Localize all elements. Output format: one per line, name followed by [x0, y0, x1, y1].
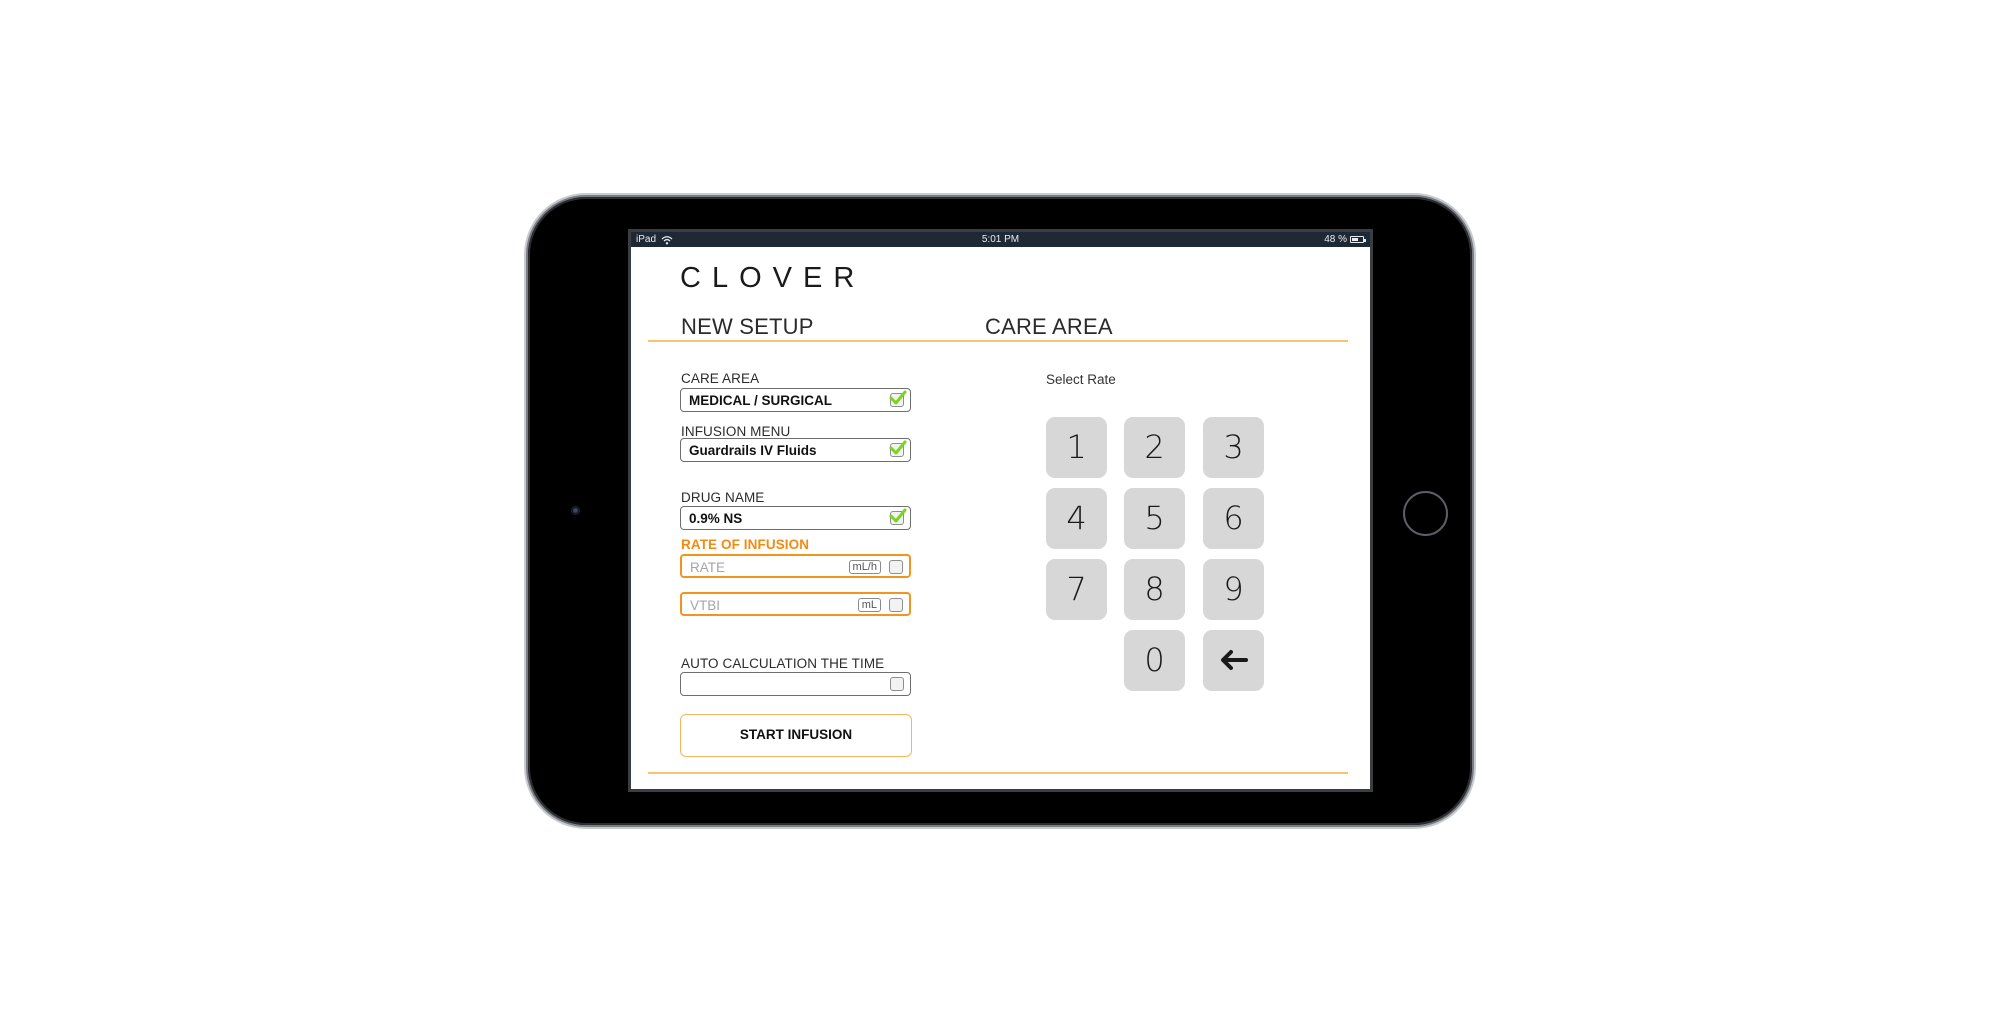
vtbi-checkbox[interactable] — [889, 598, 903, 612]
infusion-menu-label: INFUSION MENU — [681, 424, 791, 439]
select-rate-label: Select Rate — [1046, 372, 1116, 387]
header-divider — [648, 340, 1348, 342]
vtbi-field[interactable]: VTBI mL — [680, 592, 911, 616]
care-area-field[interactable]: MEDICAL / SURGICAL — [680, 388, 911, 412]
footer-divider — [648, 772, 1348, 774]
auto-calc-checkbox[interactable] — [890, 677, 904, 691]
rate-of-infusion-label: RATE OF INFUSION — [681, 537, 810, 552]
start-infusion-button[interactable]: START INFUSION — [680, 714, 912, 757]
keypad-key-3[interactable]: 3 — [1203, 417, 1264, 478]
keypad-key-4[interactable]: 4 — [1046, 488, 1107, 549]
drug-name-label: DRUG NAME — [681, 490, 765, 505]
screen: iPad 5:01 PM 48 % CLOVER NEW SETUP CARE … — [628, 229, 1373, 792]
vtbi-placeholder: VTBI — [690, 598, 721, 613]
care-area-title: CARE AREA — [985, 314, 1113, 339]
keypad-key-8[interactable]: 8 — [1124, 559, 1185, 620]
check-icon — [889, 390, 907, 405]
rate-placeholder: RATE — [690, 560, 726, 575]
status-bar: iPad 5:01 PM 48 % — [631, 232, 1370, 247]
keypad-key-7[interactable]: 7 — [1046, 559, 1107, 620]
keypad-key-6[interactable]: 6 — [1203, 488, 1264, 549]
keypad-key-9[interactable]: 9 — [1203, 559, 1264, 620]
auto-calc-label: AUTO CALCULATION THE TIME — [681, 656, 885, 671]
drug-name-field[interactable]: 0.9% NS — [680, 506, 911, 530]
keypad-key-5[interactable]: 5 — [1124, 488, 1185, 549]
new-setup-title: NEW SETUP — [681, 314, 814, 339]
home-button[interactable] — [1403, 491, 1448, 536]
vtbi-unit-badge: mL — [857, 598, 881, 612]
camera-icon — [571, 506, 580, 515]
rate-checkbox[interactable] — [889, 560, 903, 574]
check-icon — [889, 508, 907, 523]
app-logo: CLOVER — [680, 262, 866, 294]
drug-name-value: 0.9% NS — [689, 511, 743, 526]
care-area-label: CARE AREA — [681, 371, 760, 386]
left-arrow-icon — [1221, 650, 1248, 670]
check-icon — [889, 440, 907, 455]
keypad-key-1[interactable]: 1 — [1046, 417, 1107, 478]
keypad-key-0[interactable]: 0 — [1124, 630, 1185, 691]
infusion-menu-field[interactable]: Guardrails IV Fluids — [680, 438, 911, 462]
care-area-value: MEDICAL / SURGICAL — [689, 393, 833, 408]
keypad-key-2[interactable]: 2 — [1124, 417, 1185, 478]
auto-calc-field[interactable] — [680, 672, 911, 696]
status-time: 5:01 PM — [981, 234, 1020, 245]
battery-icon — [1350, 236, 1366, 243]
battery-percent: 48 % — [1324, 234, 1347, 245]
infusion-menu-value: Guardrails IV Fluids — [689, 443, 817, 458]
keypad-backspace-button[interactable] — [1203, 630, 1264, 691]
rate-field[interactable]: RATE mL/h — [680, 554, 911, 578]
rate-unit-badge: mL/h — [848, 560, 881, 574]
